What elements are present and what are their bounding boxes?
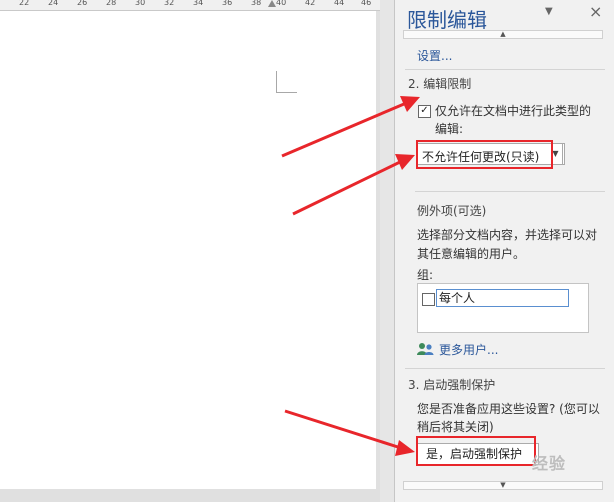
annotation-arrows [281,96,420,456]
watermark: 经验 [532,454,567,473]
annotation-arrow [292,154,415,216]
annotation-arrow [281,96,420,158]
annotation-arrow [284,409,415,456]
